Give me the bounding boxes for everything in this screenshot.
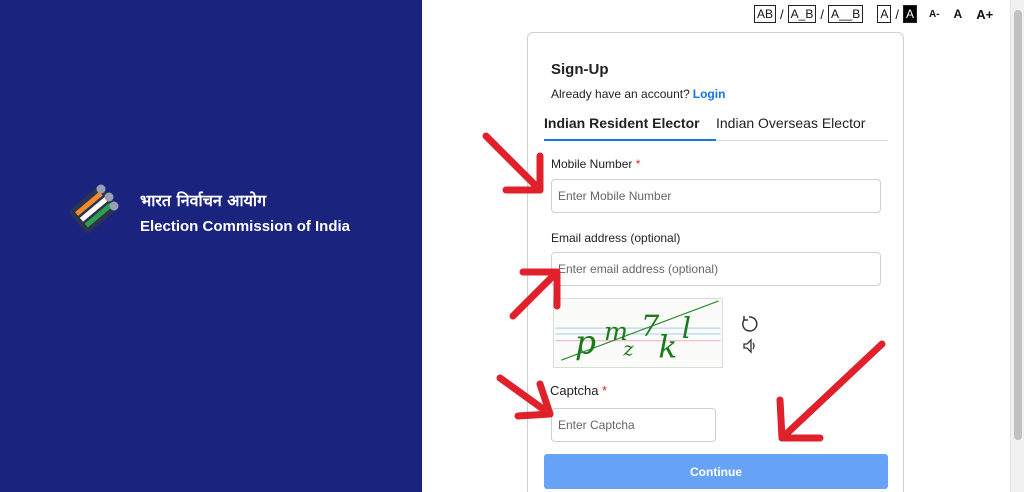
- refresh-icon[interactable]: [740, 315, 758, 333]
- have-account-text: Already have an account? Login: [551, 87, 725, 101]
- continue-button[interactable]: Continue: [544, 454, 888, 489]
- text-spacing-normal[interactable]: AB: [754, 5, 777, 23]
- separator: /: [820, 6, 824, 22]
- annotation-arrow-email: [509, 268, 561, 320]
- captcha-image: pmz7kl p m z 7 k l: [553, 298, 723, 368]
- contrast-high[interactable]: A: [902, 5, 917, 23]
- separator: /: [895, 6, 899, 22]
- elector-tabs: Indian Resident Elector Indian Overseas …: [544, 111, 888, 141]
- captcha-input[interactable]: [551, 408, 716, 442]
- separator: /: [780, 6, 784, 22]
- font-size-decrease[interactable]: A-: [929, 9, 940, 20]
- svg-text:z: z: [622, 337, 634, 360]
- brand-english-name: Election Commission of India: [140, 218, 351, 235]
- contrast-normal[interactable]: A: [877, 5, 892, 23]
- captcha-label: Captcha *: [550, 383, 607, 398]
- brand-hindi-name: भारत निर्वाचन आयोग: [140, 191, 267, 210]
- login-link[interactable]: Login: [693, 87, 726, 101]
- scrollbar-thumb[interactable]: [1014, 10, 1022, 440]
- font-size-normal[interactable]: A: [954, 7, 963, 21]
- captcha-label-text: Captcha: [550, 383, 599, 398]
- have-account-label: Already have an account?: [551, 87, 690, 101]
- required-mark: *: [602, 383, 608, 398]
- svg-text:7: 7: [641, 309, 660, 343]
- annotation-arrow-continue: [776, 340, 886, 442]
- required-mark: *: [635, 157, 641, 171]
- mobile-label: Mobile Number *: [551, 157, 640, 171]
- speaker-icon[interactable]: [742, 338, 758, 354]
- text-spacing-medium[interactable]: A_B: [787, 5, 817, 23]
- svg-text:p: p: [575, 322, 596, 361]
- text-spacing-large[interactable]: A__B: [827, 5, 864, 23]
- annotation-arrow-captcha: [496, 374, 554, 420]
- brand-panel: भारत निर्वाचन आयोग Election Commission o…: [0, 0, 422, 492]
- page-title: Sign-Up: [551, 61, 609, 78]
- svg-text:k: k: [658, 329, 677, 365]
- scrollbar[interactable]: [1010, 0, 1024, 492]
- active-tab-indicator: [544, 139, 716, 141]
- email-label: Email address (optional): [551, 231, 681, 245]
- email-input[interactable]: [551, 252, 881, 286]
- annotation-arrow-mobile: [482, 132, 544, 194]
- mobile-number-input[interactable]: [551, 179, 881, 213]
- tab-overseas-elector[interactable]: Indian Overseas Elector: [716, 115, 865, 131]
- font-size-increase[interactable]: A+: [976, 7, 993, 22]
- tab-resident-elector[interactable]: Indian Resident Elector: [544, 115, 716, 131]
- eci-logo: [69, 184, 119, 233]
- svg-text:l: l: [682, 311, 691, 345]
- mobile-label-text: Mobile Number: [551, 157, 633, 171]
- accessibility-toolbar: AB / A_B / A__B A / A A- A A+: [754, 5, 993, 23]
